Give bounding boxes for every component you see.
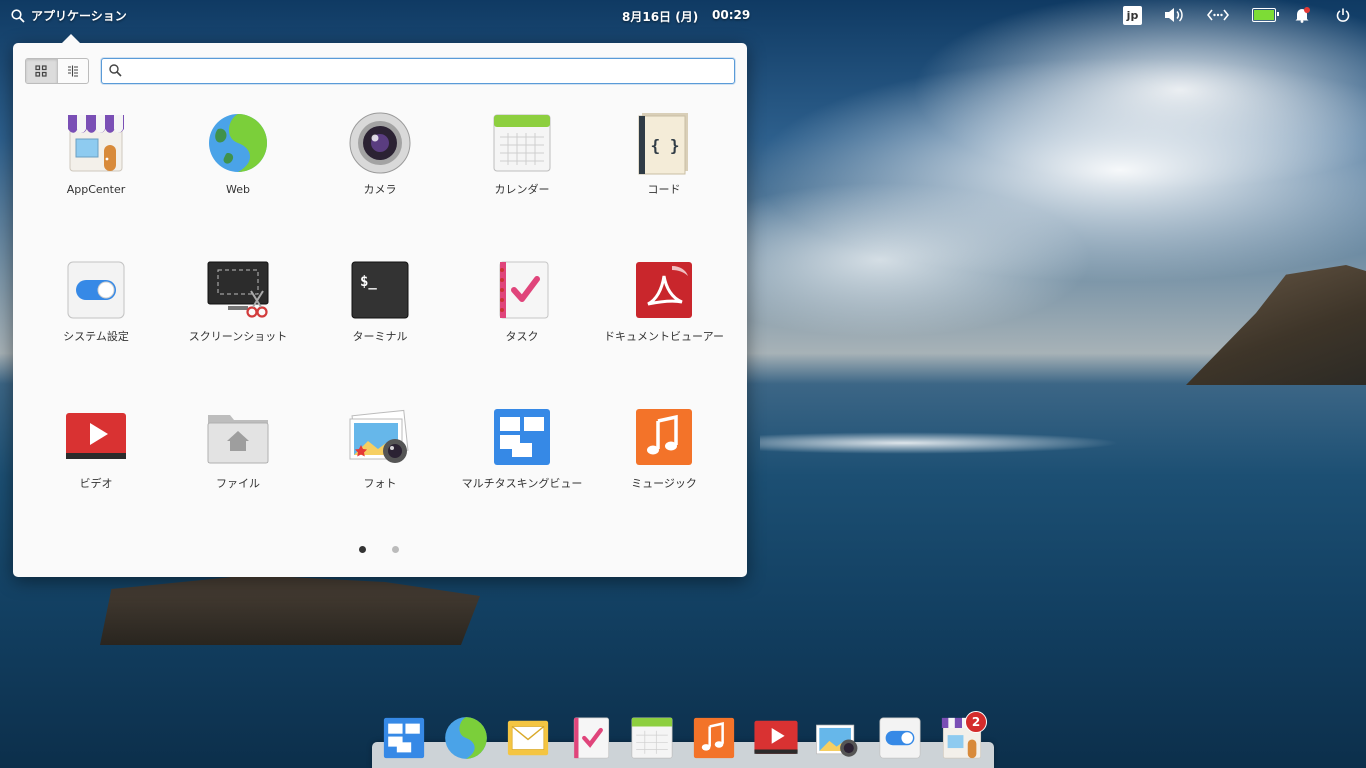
app-label: カレンダー: [494, 183, 550, 196]
app-label: AppCenter: [66, 183, 126, 196]
app-label: ドキュメントビューアー: [604, 330, 724, 343]
dock-tasks-icon[interactable]: [567, 715, 613, 761]
app-screenshot[interactable]: スクリーンショット: [167, 253, 309, 393]
screenshot-icon: [206, 258, 270, 322]
app-label: システム設定: [63, 330, 129, 343]
wallpaper-cliff: [1186, 265, 1366, 385]
app-system-settings[interactable]: システム設定: [25, 253, 167, 393]
app-music[interactable]: ミュージック: [593, 400, 735, 540]
files-icon: [206, 405, 270, 469]
app-label: ターミナル: [352, 330, 408, 343]
dock-multitasking-view-icon[interactable]: [381, 715, 427, 761]
dock-mail-icon[interactable]: [505, 715, 551, 761]
network-wired-icon[interactable]: [1207, 6, 1229, 24]
app-photos[interactable]: フォト: [309, 400, 451, 540]
app-label: Web: [226, 183, 250, 196]
appcenter-icon: [64, 111, 128, 175]
view-mode-switcher[interactable]: [25, 58, 89, 84]
category-view-icon[interactable]: [56, 59, 89, 83]
dock-calendar-icon[interactable]: [629, 715, 675, 761]
app-code[interactable]: { } コード: [593, 106, 735, 246]
app-label: フォト: [363, 477, 397, 490]
calendar-icon: [490, 111, 554, 175]
app-multitasking-view[interactable]: マルチタスキングビュー: [451, 400, 593, 540]
app-label: マルチタスキングビュー: [461, 477, 583, 490]
page-dot-2[interactable]: [392, 546, 399, 553]
app-videos[interactable]: ビデオ: [25, 400, 167, 540]
keyboard-layout-indicator[interactable]: jp: [1123, 6, 1142, 25]
app-label: タスク: [505, 330, 539, 343]
app-label: コード: [647, 183, 681, 196]
tasks-icon: [490, 258, 554, 322]
applications-label: アプリケーション: [31, 9, 127, 23]
search-icon: [109, 64, 122, 77]
camera-icon: [348, 111, 412, 175]
grid-view-icon[interactable]: [26, 59, 57, 83]
applications-launcher: AppCenter Web カメラ カレンダー { } コード システム設定 ス…: [13, 34, 747, 577]
appcenter-update-badge: 2: [965, 711, 987, 733]
music-icon: [632, 405, 696, 469]
dock-videos-icon[interactable]: [753, 715, 799, 761]
power-icon[interactable]: [1336, 6, 1350, 24]
terminal-icon: $_: [348, 258, 412, 322]
search-icon: [11, 8, 25, 23]
top-panel: アプリケーション 8月16日 (月) 00:29 jp: [0, 0, 1366, 30]
page-dot-1[interactable]: [359, 546, 366, 553]
svg-text:{ }: { }: [651, 136, 680, 155]
app-web[interactable]: Web: [167, 106, 309, 246]
app-files[interactable]: ファイル: [167, 400, 309, 540]
app-tasks[interactable]: タスク: [451, 253, 593, 393]
videos-icon: [64, 405, 128, 469]
search-field[interactable]: [101, 58, 735, 84]
app-appcenter[interactable]: AppCenter: [25, 106, 167, 246]
volume-icon[interactable]: [1164, 6, 1184, 24]
app-camera[interactable]: カメラ: [309, 106, 451, 246]
app-label: ミュージック: [631, 477, 697, 490]
dock-web-browser-icon[interactable]: [443, 715, 489, 761]
dock-appcenter-icon[interactable]: 2: [939, 711, 987, 761]
dock-system-settings-icon[interactable]: [877, 715, 923, 761]
app-label: ファイル: [216, 477, 260, 490]
document-viewer-icon: [632, 258, 696, 322]
web-browser-icon: [206, 111, 270, 175]
page-indicator: [359, 546, 399, 553]
applications-menu-button[interactable]: アプリケーション: [11, 7, 127, 24]
multitasking-view-icon: [490, 405, 554, 469]
app-label: スクリーンショット: [188, 330, 288, 343]
app-calendar[interactable]: カレンダー: [451, 106, 593, 246]
search-input[interactable]: [128, 61, 722, 81]
wallpaper-rocks: [100, 575, 480, 645]
svg-text:$_: $_: [360, 274, 377, 290]
app-terminal[interactable]: $_ ターミナル: [309, 253, 451, 393]
photos-icon: [348, 405, 412, 469]
app-document-viewer[interactable]: ドキュメントビューアー: [593, 253, 735, 393]
dock-music-icon[interactable]: [691, 715, 737, 761]
panel-clock[interactable]: 00:29: [712, 8, 750, 22]
notifications-bell-icon[interactable]: [1294, 6, 1310, 24]
system-settings-icon: [64, 258, 128, 322]
dock-photos-icon[interactable]: [815, 715, 861, 761]
panel-date[interactable]: 8月16日 (月): [622, 8, 698, 25]
battery-icon[interactable]: [1252, 6, 1279, 24]
app-label: ビデオ: [79, 477, 113, 490]
wallpaper-surf: [760, 432, 1120, 454]
app-label: カメラ: [363, 183, 397, 196]
code-editor-icon: { }: [632, 111, 696, 175]
